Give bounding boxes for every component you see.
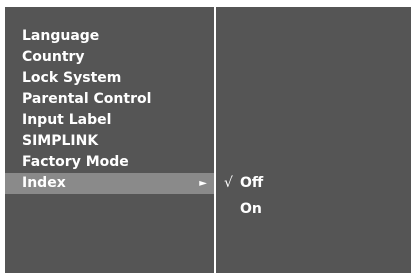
menu-item-label: Parental Control [22, 91, 152, 107]
menu-item-simplink[interactable]: SIMPLINK [5, 131, 214, 152]
submenu-item-off[interactable]: √ Off [216, 173, 411, 199]
menu-item-index[interactable]: Index ► [5, 173, 214, 194]
menu-item-label: Factory Mode [22, 154, 129, 170]
menu-item-lock-system[interactable]: Lock System [5, 68, 214, 89]
main-menu-panel: Language Country Lock System Parental Co… [5, 7, 214, 273]
menu-item-country[interactable]: Country [5, 47, 214, 68]
menu-item-label: Country [22, 49, 85, 65]
index-submenu: √ Off On [216, 173, 411, 225]
check-mark-icon: √ [224, 175, 233, 191]
menu-item-label: Input Label [22, 112, 112, 128]
submenu-item-label: On [240, 201, 262, 217]
menu-item-label: Language [22, 28, 100, 44]
submenu-item-on[interactable]: On [216, 199, 411, 225]
tv-menu-screen: Language Country Lock System Parental Co… [5, 7, 411, 273]
main-menu: Language Country Lock System Parental Co… [5, 26, 214, 194]
submenu-panel: √ Off On [216, 7, 411, 273]
menu-item-factory-mode[interactable]: Factory Mode [5, 152, 214, 173]
menu-item-label: Index [22, 175, 66, 191]
menu-item-label: SIMPLINK [22, 133, 99, 149]
menu-item-language[interactable]: Language [5, 26, 214, 47]
menu-item-input-label[interactable]: Input Label [5, 110, 214, 131]
submenu-item-label: Off [240, 175, 264, 191]
arrow-right-icon: ► [199, 178, 207, 189]
menu-item-parental-control[interactable]: Parental Control [5, 89, 214, 110]
menu-item-label: Lock System [22, 70, 122, 86]
